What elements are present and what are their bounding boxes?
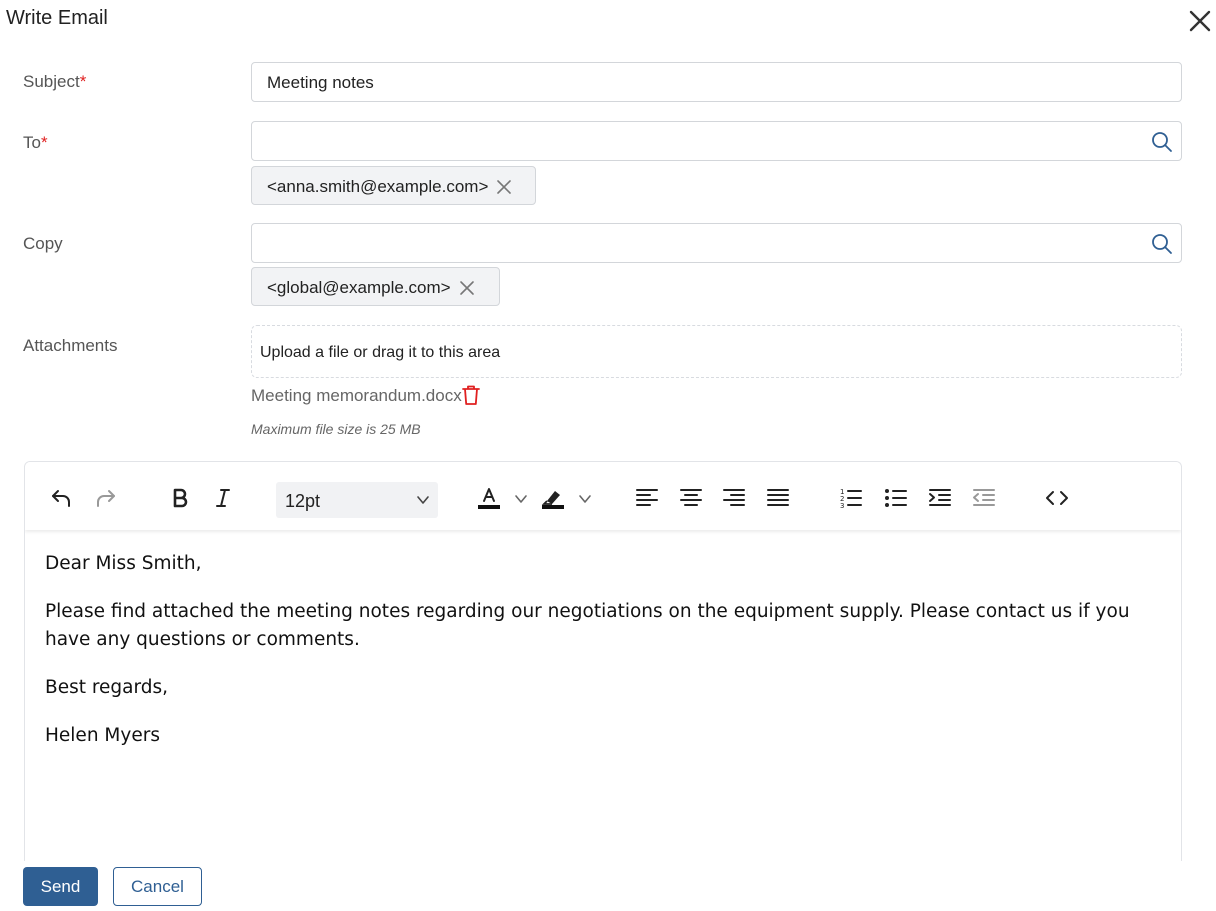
body-paragraph: Helen Myers: [45, 725, 160, 746]
svg-text:3: 3: [840, 502, 844, 510]
source-code-icon[interactable]: [1045, 486, 1069, 510]
search-icon[interactable]: [1151, 131, 1173, 153]
search-icon[interactable]: [1151, 233, 1173, 255]
subject-value: Meeting notes: [267, 73, 374, 92]
attached-file-name[interactable]: Meeting memorandum.docx: [251, 386, 462, 406]
indent-icon[interactable]: [928, 486, 952, 510]
body-paragraph: Please find attached the meeting notes r…: [45, 601, 1130, 650]
close-button[interactable]: [1187, 8, 1213, 34]
recipient-chip-label: <anna.smith@example.com>: [267, 177, 489, 196]
body-paragraph: Dear Miss Smith,: [45, 553, 202, 574]
send-button[interactable]: Send: [23, 867, 98, 906]
chevron-down-icon[interactable]: [514, 492, 528, 506]
upload-dropzone[interactable]: Upload a file or drag it to this area: [251, 325, 1182, 378]
to-label: To*: [23, 133, 48, 152]
close-icon: [1189, 10, 1211, 32]
align-left-icon[interactable]: [635, 486, 659, 510]
subject-input[interactable]: Meeting notes: [251, 62, 1182, 102]
numbered-list-icon[interactable]: 1 2 3: [839, 486, 863, 510]
body-paragraph: Best regards,: [45, 677, 169, 698]
dialog-title: Write Email: [6, 7, 108, 29]
to-input[interactable]: [251, 121, 1182, 161]
upload-text: Upload a file or drag it to this area: [260, 344, 501, 361]
trash-icon[interactable]: [461, 384, 481, 406]
recipient-chip: <anna.smith@example.com>: [251, 166, 536, 205]
align-center-icon[interactable]: [679, 486, 703, 510]
chevron-down-icon[interactable]: [578, 492, 592, 506]
redo-icon[interactable]: [94, 486, 118, 510]
align-justify-icon[interactable]: [766, 486, 790, 510]
cancel-button[interactable]: Cancel: [113, 867, 202, 906]
max-file-size-note: Maximum file size is 25 MB: [251, 421, 421, 437]
bold-icon[interactable]: [168, 486, 192, 510]
remove-copy-icon[interactable]: [459, 280, 475, 296]
copy-label: Copy: [23, 234, 63, 253]
font-size-select[interactable]: 12pt: [276, 482, 438, 518]
subject-label: Subject*: [23, 72, 87, 91]
bullet-list-icon[interactable]: [884, 486, 908, 510]
italic-icon[interactable]: [211, 486, 235, 510]
text-color-icon[interactable]: [477, 486, 501, 510]
chevron-down-icon: [417, 496, 429, 504]
copy-input[interactable]: [251, 223, 1182, 263]
font-size-value: 12pt: [285, 491, 321, 511]
editor-toolbar: 12pt 1 2 3: [25, 462, 1181, 530]
copy-chip: <global@example.com>: [251, 267, 500, 306]
email-body[interactable]: Dear Miss Smith, Please find attached th…: [45, 550, 1170, 770]
rich-text-editor: 12pt 1 2 3 Dear Miss Smith, Please find …: [24, 461, 1182, 861]
remove-recipient-icon[interactable]: [496, 179, 512, 195]
highlight-icon[interactable]: [541, 486, 565, 510]
copy-chip-label: <global@example.com>: [267, 278, 451, 297]
align-right-icon[interactable]: [722, 486, 746, 510]
outdent-icon[interactable]: [972, 486, 996, 510]
undo-icon[interactable]: [49, 486, 73, 510]
attachments-label: Attachments: [23, 336, 118, 355]
